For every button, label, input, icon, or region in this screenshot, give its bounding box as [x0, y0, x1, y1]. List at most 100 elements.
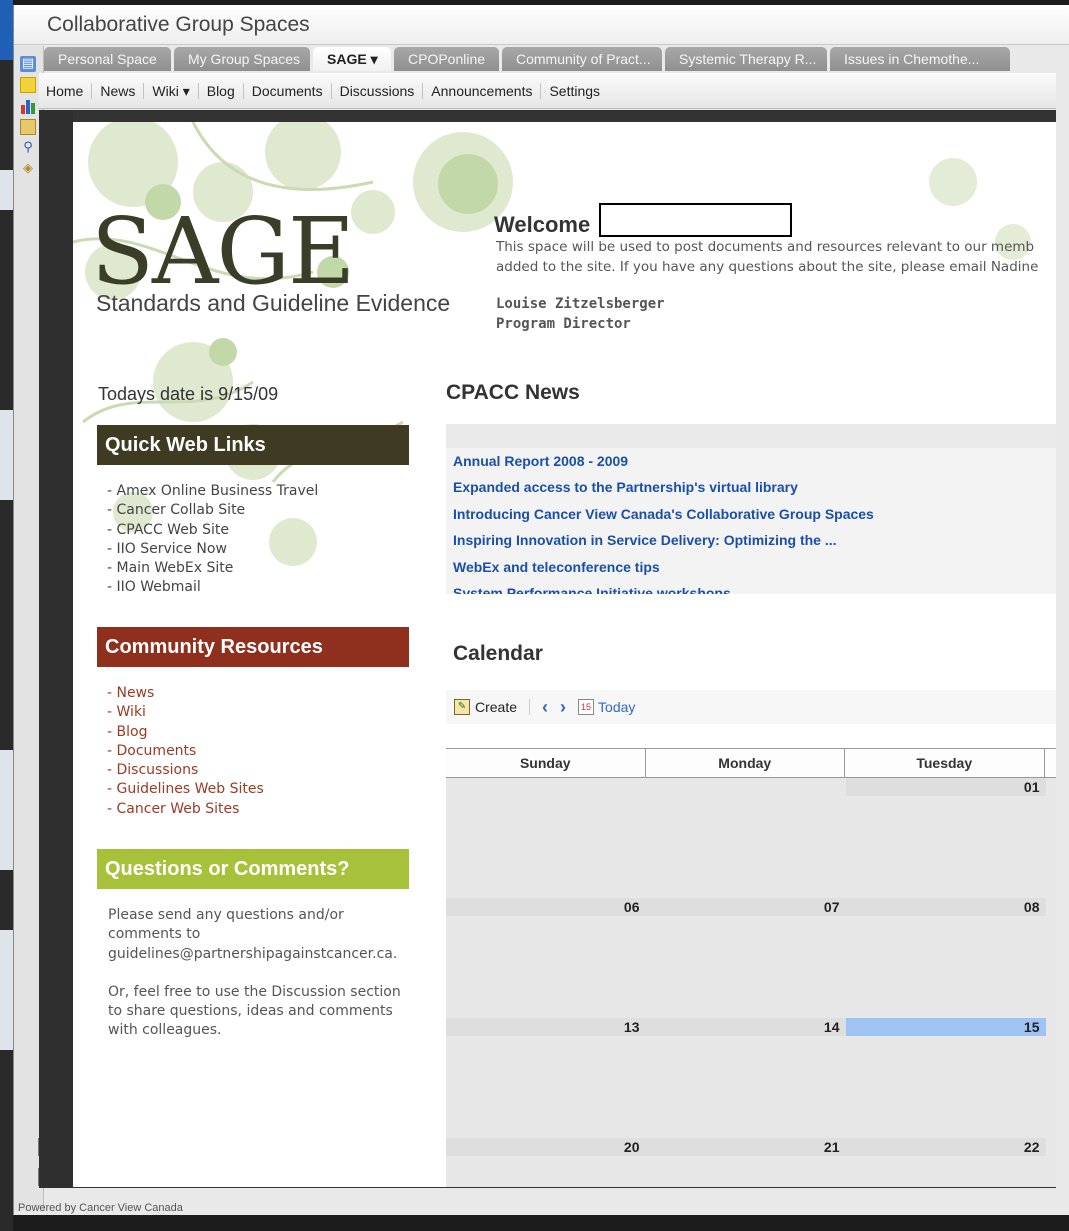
calendar-day-cell[interactable]: 06 [446, 898, 646, 1018]
community-resources-heading: Community Resources [97, 627, 409, 667]
nav-blog[interactable]: Blog [199, 82, 244, 99]
sage-subtitle: Standards and Guideline Evidence [96, 290, 451, 316]
questions-paragraph: Please send any questions and/or comment… [108, 907, 398, 962]
news-list-header [446, 424, 1056, 448]
day-number: 08 [846, 898, 1046, 916]
calendar-day-cell[interactable]: 20 [446, 1138, 646, 1187]
cpacc-news-heading: CPACC News [446, 381, 580, 404]
calendar-day-cell[interactable]: 22 [846, 1138, 1046, 1187]
resource-link[interactable]: Documents [107, 742, 264, 761]
questions-heading: Questions or Comments? [97, 849, 409, 889]
resource-link[interactable]: News [107, 684, 264, 703]
day-number: 14 [646, 1018, 846, 1036]
welcome-title: Welcome [494, 212, 591, 237]
resource-link[interactable]: Blog [107, 723, 264, 742]
quick-link[interactable]: CPACC Web Site [107, 521, 318, 540]
day-header: Monday [646, 749, 845, 777]
calendar-day-cell-today[interactable]: 15 [846, 1018, 1046, 1138]
create-label: Create [475, 699, 518, 715]
day-number: 01 [846, 778, 1046, 796]
calendar-day-headers: Sunday Monday Tuesday [446, 748, 1056, 778]
chart-icon[interactable] [20, 98, 36, 114]
page-icon[interactable]: ▤ [20, 56, 36, 72]
quick-link[interactable]: Amex Online Business Travel [107, 482, 319, 501]
desktop-left-strip [0, 0, 13, 1231]
previous-arrow-icon[interactable]: ‹ [542, 697, 548, 718]
nav-announcements[interactable]: Announcements [423, 82, 542, 99]
day-number [646, 778, 846, 796]
desktop-blue-edge [0, 0, 13, 60]
welcome-line: This space will be used to post document… [496, 239, 1035, 255]
folder-icon[interactable] [20, 119, 36, 135]
calendar-day-cell[interactable]: 14 [646, 1018, 846, 1138]
news-link[interactable]: Inspiring Innovation in Service Delivery… [453, 527, 1056, 553]
tag-icon[interactable]: ◈ [20, 161, 36, 177]
resource-link[interactable]: Cancer Web Sites [107, 800, 264, 819]
resource-link[interactable]: Wiki [107, 703, 264, 722]
search-icon[interactable]: ⚲ [20, 140, 36, 156]
resource-link[interactable]: Discussions [107, 761, 264, 780]
tab-systemic-therapy[interactable]: Systemic Therapy R... [665, 47, 827, 71]
nav-home[interactable]: Home [46, 82, 93, 99]
calendar-week: 06 07 08 [446, 898, 1056, 1018]
welcome-signature: Louise Zitzelsberger Program Director [496, 294, 665, 334]
tab-cpoponline[interactable]: CPOPonline [394, 47, 499, 71]
frame-left-gutter [39, 110, 73, 1188]
tab-issues-in-chemotherapy[interactable]: Issues in Chemothe... [830, 47, 1010, 71]
news-link[interactable]: System Performance Initiative workshops [453, 580, 1056, 594]
note-icon[interactable] [20, 77, 36, 93]
tab-community-of-practice[interactable]: Community of Pract... [502, 47, 662, 71]
resource-link[interactable]: Guidelines Web Sites [107, 780, 264, 799]
toolbar-divider [529, 699, 531, 715]
today-link[interactable]: Today [598, 699, 635, 715]
desktop-edge-segment [0, 930, 13, 1050]
questions-paragraph: Or, feel free to use the Discussion sect… [108, 983, 401, 1039]
tab-my-group-spaces[interactable]: My Group Spaces [174, 47, 310, 71]
calendar-week: 01 [446, 778, 1056, 898]
space-subnav: Home News Wiki ▾ Blog Documents Discussi… [39, 73, 1056, 109]
tab-sage[interactable]: SAGE ▾ [313, 47, 391, 71]
calendar-day-cell[interactable]: 08 [846, 898, 1046, 1018]
calendar-grid: 01 06 07 08 13 14 15 20 21 22 [446, 778, 1056, 1187]
community-resources-list: News Wiki Blog Documents Discussions Gui… [107, 684, 264, 819]
nav-documents[interactable]: Documents [244, 82, 332, 99]
signer-name: Louise Zitzelsberger [496, 296, 665, 312]
tab-personal-space[interactable]: Personal Space [44, 47, 171, 71]
create-event-button[interactable]: ✎ Create [454, 699, 517, 715]
calendar-day-cell[interactable]: 07 [646, 898, 846, 1018]
quick-link[interactable]: Cancer Collab Site [107, 501, 318, 520]
day-number: 06 [446, 898, 646, 916]
day-number [446, 778, 646, 796]
calendar-day-cell[interactable] [646, 778, 846, 898]
calendar-week: 13 14 15 [446, 1018, 1056, 1138]
news-link[interactable]: WebEx and teleconference tips [453, 554, 1056, 580]
space-tabs: Personal Space My Group Spaces SAGE ▾ CP… [44, 47, 1013, 71]
redacted-name-box [599, 203, 792, 237]
nav-discussions[interactable]: Discussions [332, 82, 424, 99]
calendar-day-cell[interactable] [446, 778, 646, 898]
today-icon[interactable]: 15 [578, 699, 595, 715]
calendar-week: 20 21 22 [446, 1138, 1056, 1187]
welcome-message: This space will be used to post document… [496, 237, 1056, 277]
quick-link[interactable]: IIO Webmail [107, 578, 318, 597]
next-arrow-icon[interactable]: › [560, 697, 566, 718]
news-link[interactable]: Introducing Cancer View Canada's Collabo… [453, 501, 1056, 527]
create-icon: ✎ [454, 699, 470, 715]
page-content: SAGE Standards and Guideline Evidence We… [73, 122, 1056, 1187]
quick-links-heading: Quick Web Links [97, 425, 409, 465]
news-list: Annual Report 2008 - 2009 Expanded acces… [446, 424, 1056, 594]
news-link[interactable]: Expanded access to the Partnership's vir… [453, 474, 1056, 500]
nav-news[interactable]: News [92, 82, 145, 99]
calendar-day-cell[interactable]: 01 [846, 778, 1046, 898]
calendar-day-cell[interactable]: 21 [646, 1138, 846, 1187]
nav-wiki[interactable]: Wiki ▾ [144, 82, 199, 99]
calendar-day-cell[interactable]: 13 [446, 1018, 646, 1138]
day-number: 15 [846, 1018, 1046, 1036]
powered-by-footer: Powered by Cancer View Canada [18, 1202, 183, 1214]
news-link[interactable]: Annual Report 2008 - 2009 [453, 448, 1056, 474]
nav-settings[interactable]: Settings [541, 83, 608, 99]
quick-link[interactable]: Main WebEx Site [107, 559, 318, 578]
questions-text: Please send any questions and/or comment… [108, 906, 403, 1041]
day-number: 07 [646, 898, 846, 916]
quick-link[interactable]: IIO Service Now [107, 540, 318, 559]
